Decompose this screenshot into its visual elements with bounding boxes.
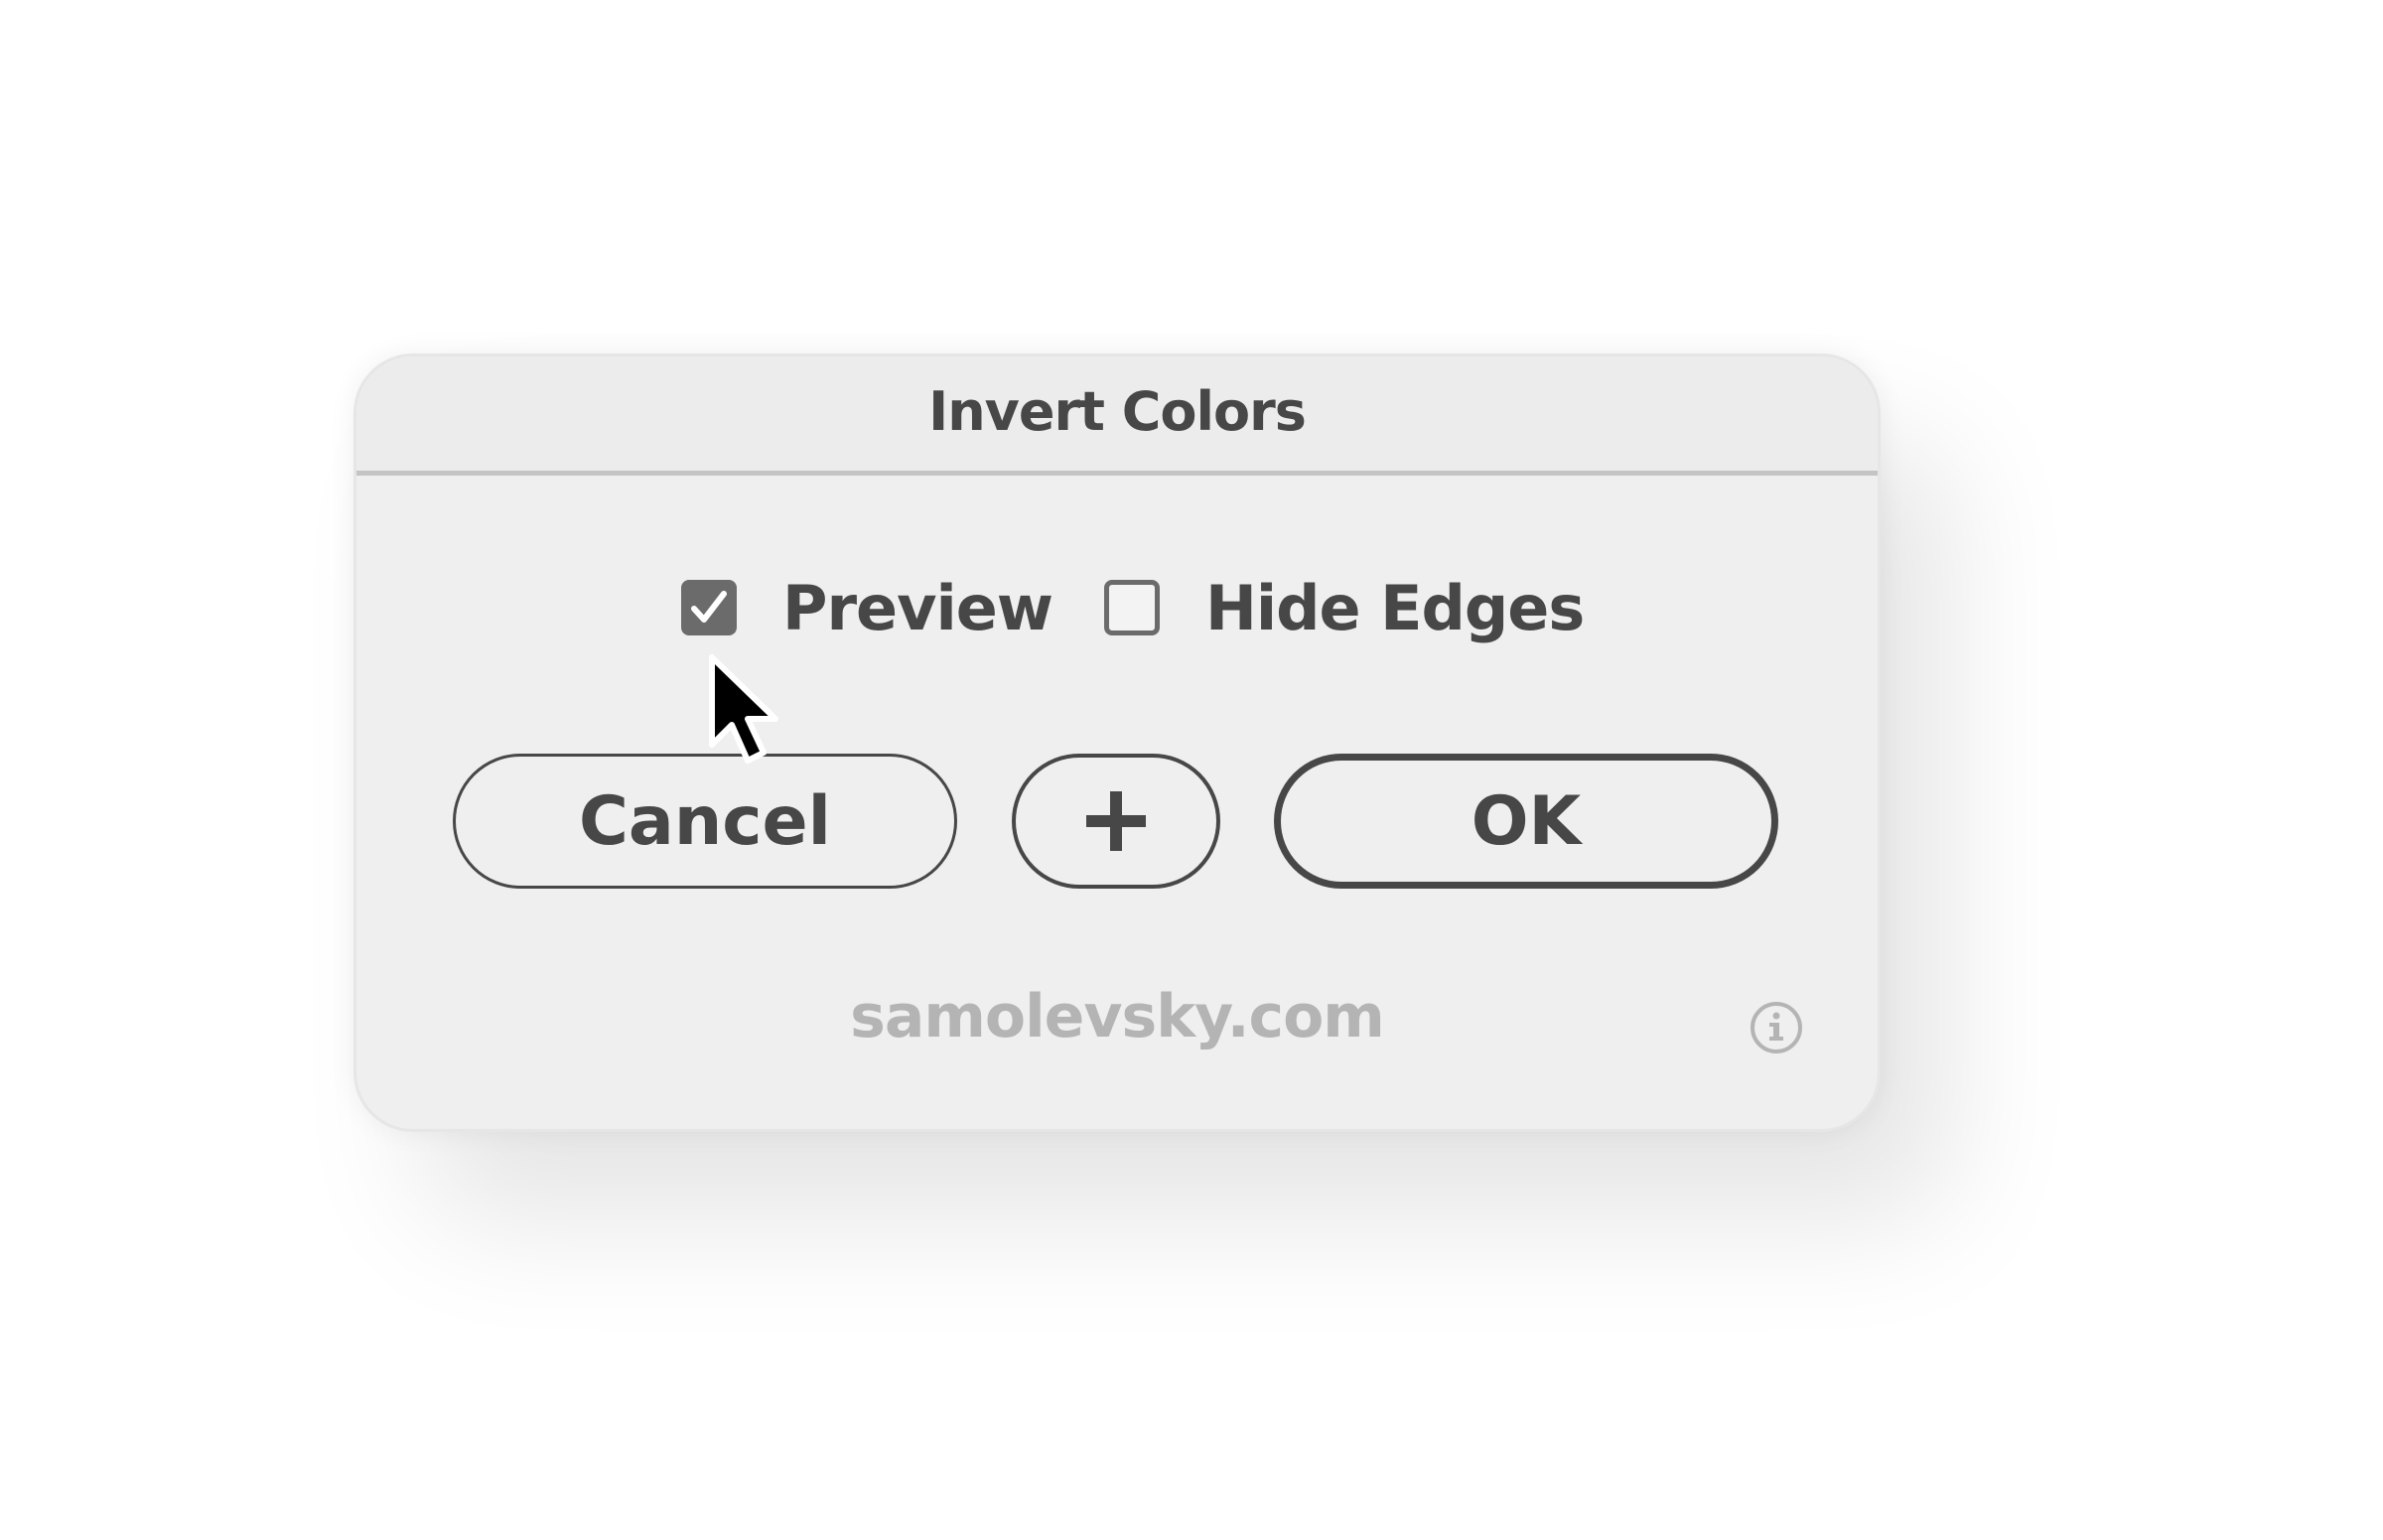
plus-icon xyxy=(1086,791,1146,851)
info-icon[interactable] xyxy=(1749,1000,1804,1055)
cancel-button-label: Cancel xyxy=(579,781,831,861)
ok-button[interactable]: OK xyxy=(1274,754,1778,889)
dialog-titlebar[interactable]: Invert Colors xyxy=(356,356,1878,476)
hide-edges-label: Hide Edges xyxy=(1205,571,1585,644)
preview-checkbox[interactable] xyxy=(681,580,737,635)
checkmark-icon xyxy=(691,591,727,623)
dialog-title: Invert Colors xyxy=(928,380,1307,443)
screen: Invert Colors Preview Hide Edges Cancel xyxy=(0,0,2383,1540)
cancel-button[interactable]: Cancel xyxy=(453,754,957,889)
invert-colors-dialog: Invert Colors Preview Hide Edges Cancel xyxy=(353,353,1881,1132)
hide-edges-checkbox[interactable] xyxy=(1104,580,1160,635)
preview-option[interactable]: Preview xyxy=(681,571,1053,644)
hide-edges-option[interactable]: Hide Edges xyxy=(1104,571,1585,644)
footer-link[interactable]: samolevsky.com xyxy=(356,982,1878,1051)
add-button[interactable] xyxy=(1012,754,1220,889)
mouse-pointer-icon xyxy=(709,654,778,764)
ok-button-label: OK xyxy=(1471,781,1582,861)
preview-label: Preview xyxy=(782,571,1053,644)
options-row: Preview Hide Edges xyxy=(356,571,1878,644)
